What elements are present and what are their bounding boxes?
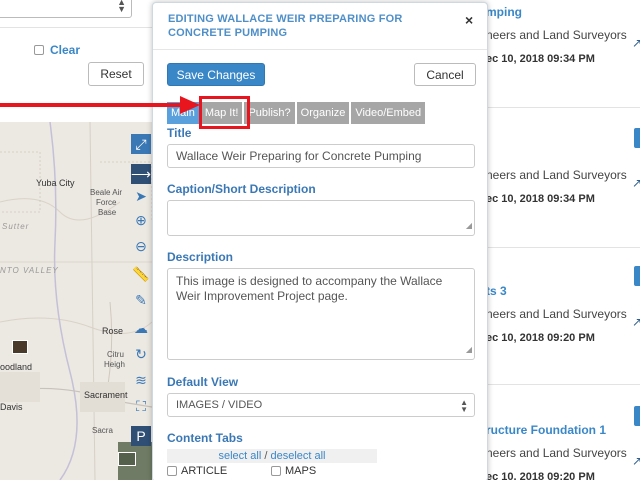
- list-item-title[interactable]: ructure Foundation 1: [486, 423, 606, 437]
- list-item-button[interactable]: [634, 128, 640, 148]
- arrow-icon[interactable]: ↗: [632, 176, 640, 190]
- map-view[interactable]: Yuba City Beale Air Force Base Sutter NT…: [0, 122, 152, 480]
- divider: [488, 107, 640, 108]
- map-base: [0, 122, 152, 480]
- clear-checkbox[interactable]: [34, 45, 44, 55]
- caption-textarea[interactable]: ◢: [167, 200, 475, 236]
- description-label: Description: [167, 250, 234, 264]
- deselect-all-link[interactable]: deselect all: [270, 450, 325, 462]
- arrow-icon[interactable]: ↗: [632, 454, 640, 468]
- list-item-date: ec 10, 2018 09:34 PM: [486, 193, 595, 205]
- tab-video-embed[interactable]: Video/Embed: [351, 102, 426, 124]
- divider: [153, 49, 487, 50]
- modal-title: EDITING WALLACE WEIR PREPARING FOR CONCR…: [168, 13, 403, 39]
- parking-icon[interactable]: P: [131, 426, 151, 446]
- upload-icon[interactable]: ☁: [131, 318, 151, 338]
- photo-marker[interactable]: [12, 340, 28, 354]
- divider: [488, 384, 640, 385]
- list-item-button[interactable]: [634, 266, 640, 286]
- select-arrows-icon: ▲ ▼: [117, 0, 126, 14]
- tab-organize[interactable]: Organize: [296, 102, 350, 124]
- list-item-subtitle: neers and Land Surveyors: [486, 307, 627, 321]
- list-item-button[interactable]: [634, 406, 640, 426]
- map-label-davis: Davis: [0, 402, 23, 412]
- resize-grip-icon[interactable]: ◢: [466, 342, 472, 357]
- title-input[interactable]: Wallace Weir Preparing for Concrete Pump…: [167, 144, 475, 168]
- separator-slash: /: [264, 450, 268, 462]
- map-label-base: Base: [98, 208, 117, 217]
- map-label-sacramento: Sacrament: [84, 390, 128, 400]
- zoom-out-icon[interactable]: ⊖: [131, 236, 151, 256]
- checkbox-article-row[interactable]: ARTICLE: [167, 465, 227, 477]
- clear-link[interactable]: Clear: [50, 43, 80, 57]
- description-value: This image is designed to accompany the …: [176, 274, 443, 303]
- cancel-button[interactable]: Cancel: [414, 63, 476, 86]
- list-item-date: ec 10, 2018 09:20 PM: [486, 332, 595, 344]
- map-label-citrus: Citru: [107, 350, 124, 359]
- save-button[interactable]: Save Changes: [167, 63, 265, 86]
- maps-checkbox[interactable]: [271, 466, 281, 476]
- default-view-label: Default View: [167, 375, 239, 389]
- tab-publish[interactable]: Publish?: [244, 102, 295, 124]
- arrow-icon[interactable]: ↗: [632, 315, 640, 329]
- annotation-arrow-icon: [0, 96, 200, 114]
- close-icon[interactable]: ×: [465, 12, 473, 28]
- reset-button[interactable]: Reset: [88, 62, 144, 86]
- fullscreen-icon[interactable]: ⤢: [131, 134, 151, 154]
- arrow-icon[interactable]: ↗: [632, 36, 640, 50]
- select-arrows-icon: ▲ ▼: [460, 398, 468, 414]
- map-label-force: Force: [96, 198, 117, 207]
- default-view-value: IMAGES / VIDEO: [176, 399, 263, 411]
- edit-modal: EDITING WALLACE WEIR PREPARING FOR CONCR…: [152, 2, 488, 480]
- resize-grip-icon[interactable]: ◢: [466, 218, 472, 233]
- map-label-valley: NTO VALLEY: [0, 266, 59, 275]
- map-label-woodland: oodland: [0, 362, 33, 372]
- select-all-bar: select all / deselect all: [167, 449, 377, 463]
- map-label-sacra: Sacra: [92, 426, 113, 435]
- list-item-date: ec 10, 2018 09:20 PM: [486, 471, 595, 480]
- article-label: ARTICLE: [181, 465, 228, 477]
- list-item-title[interactable]: mping: [486, 5, 522, 19]
- maps-label: MAPS: [285, 465, 317, 477]
- filter-select[interactable]: ▲ ▼: [0, 0, 132, 18]
- layers-icon[interactable]: ≋: [131, 370, 151, 390]
- ruler-icon[interactable]: 📏: [131, 264, 151, 284]
- arrow-right-icon[interactable]: ⟶: [131, 164, 151, 184]
- pointer-icon[interactable]: ➤: [131, 186, 151, 206]
- map-label-sutter: Sutter: [2, 222, 30, 231]
- checkbox-maps-row[interactable]: MAPS: [271, 465, 316, 477]
- map-label-yuba-city: Yuba City: [36, 178, 75, 188]
- map-label-roseville: Rose: [102, 326, 124, 336]
- list-item-subtitle: neers and Land Surveyors: [486, 446, 627, 460]
- article-checkbox[interactable]: [167, 466, 177, 476]
- caption-label: Caption/Short Description: [167, 182, 316, 196]
- description-textarea[interactable]: This image is designed to accompany the …: [167, 268, 475, 360]
- refresh-icon[interactable]: ↻: [131, 344, 151, 364]
- list-item-subtitle: neers and Land Surveyors: [486, 28, 627, 42]
- list-item-subtitle: neers and Land Surveyors: [486, 168, 627, 182]
- map-label-heights: Heigh: [104, 360, 125, 369]
- map-label-beale: Beale Air: [90, 188, 123, 197]
- pencil-icon[interactable]: ✎: [131, 290, 151, 310]
- annotation-highlight-box: [199, 96, 250, 129]
- select-all-link[interactable]: select all: [218, 450, 261, 462]
- divider: [0, 27, 152, 28]
- title-label: Title: [167, 126, 192, 140]
- photo-marker[interactable]: [118, 452, 136, 466]
- clear-row: Clear: [34, 43, 80, 57]
- list-item-title[interactable]: ts 3: [486, 284, 507, 298]
- list-item-date: ec 10, 2018 09:34 PM: [486, 53, 595, 65]
- default-view-select[interactable]: IMAGES / VIDEO ▲ ▼: [167, 393, 475, 417]
- zoom-in-icon[interactable]: ⊕: [131, 210, 151, 230]
- divider: [488, 247, 640, 248]
- content-tabs-label: Content Tabs: [167, 431, 243, 445]
- expand-icon[interactable]: ⛶: [131, 396, 151, 416]
- media-list: mping neers and Land Surveyors ec 10, 20…: [486, 0, 640, 480]
